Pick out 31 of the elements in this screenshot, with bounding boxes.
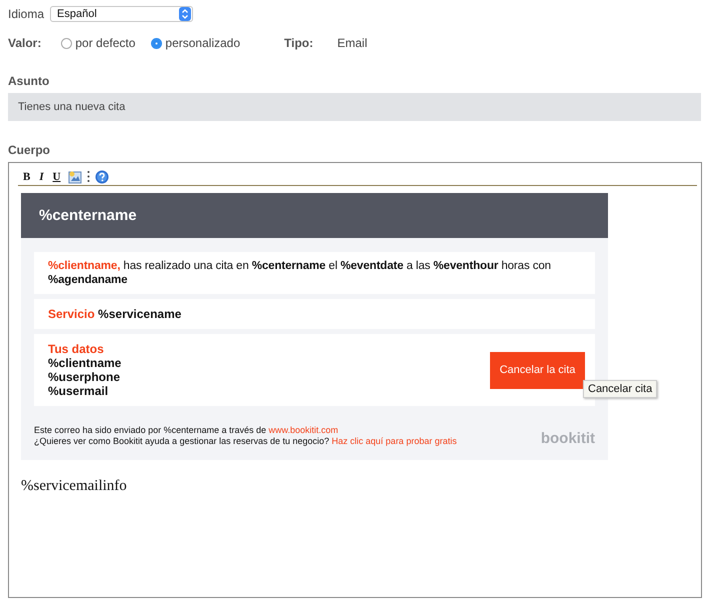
dropdown-arrow-icon bbox=[179, 6, 192, 20]
type-value: Email bbox=[337, 36, 368, 50]
logo: bookitit bbox=[540, 430, 595, 447]
radio-option[interactable]: personalizado bbox=[151, 36, 240, 50]
tooltip: Cancelar cita bbox=[583, 380, 658, 398]
help-icon[interactable] bbox=[94, 170, 109, 184]
message-text: %clientname, has realizado una cita en %centername el %eventdate a las %eventhour horas con %agendaname bbox=[34, 252, 595, 294]
detail-line: %userphone bbox=[48, 370, 122, 384]
type-label: Tipo: bbox=[284, 36, 314, 50]
subject-field[interactable]: Tienes una nueva cita bbox=[8, 93, 701, 121]
radio-option[interactable]: por defecto bbox=[61, 36, 136, 50]
footer-text: Este correo ha sido enviado por %centername a través de www.bookitit.com bbox=[34, 425, 340, 436]
footer-text: ¿Quieres ver como Bookitit ayuda a gestionar las reservas de tu negocio? Haz clic aquí para probar gratis bbox=[34, 436, 457, 447]
service-text: Servicio %servicename bbox=[34, 299, 595, 329]
bold-button[interactable]: B bbox=[21, 170, 32, 182]
image-icon[interactable] bbox=[68, 170, 82, 184]
language-select[interactable]: Español bbox=[50, 6, 194, 22]
detail-line: %usermail bbox=[48, 384, 110, 398]
underline-button[interactable]: U bbox=[50, 170, 63, 182]
body-label: Cuerpo bbox=[8, 143, 51, 157]
separator-icon bbox=[86, 170, 90, 183]
detail-line: %clientname bbox=[48, 356, 122, 370]
language-label: Idioma bbox=[8, 6, 44, 20]
subject-label: Asunto bbox=[8, 74, 50, 88]
service-mail-info: %servicemailinfo bbox=[21, 478, 128, 495]
value-label: Valor: bbox=[8, 36, 42, 50]
details-title: Tus datos bbox=[48, 342, 105, 356]
italic-button[interactable]: I bbox=[37, 170, 46, 182]
email-header: %centername bbox=[21, 193, 608, 238]
body-editor[interactable] bbox=[8, 162, 702, 598]
cancel-button[interactable]: Cancelar la cita bbox=[490, 352, 585, 388]
